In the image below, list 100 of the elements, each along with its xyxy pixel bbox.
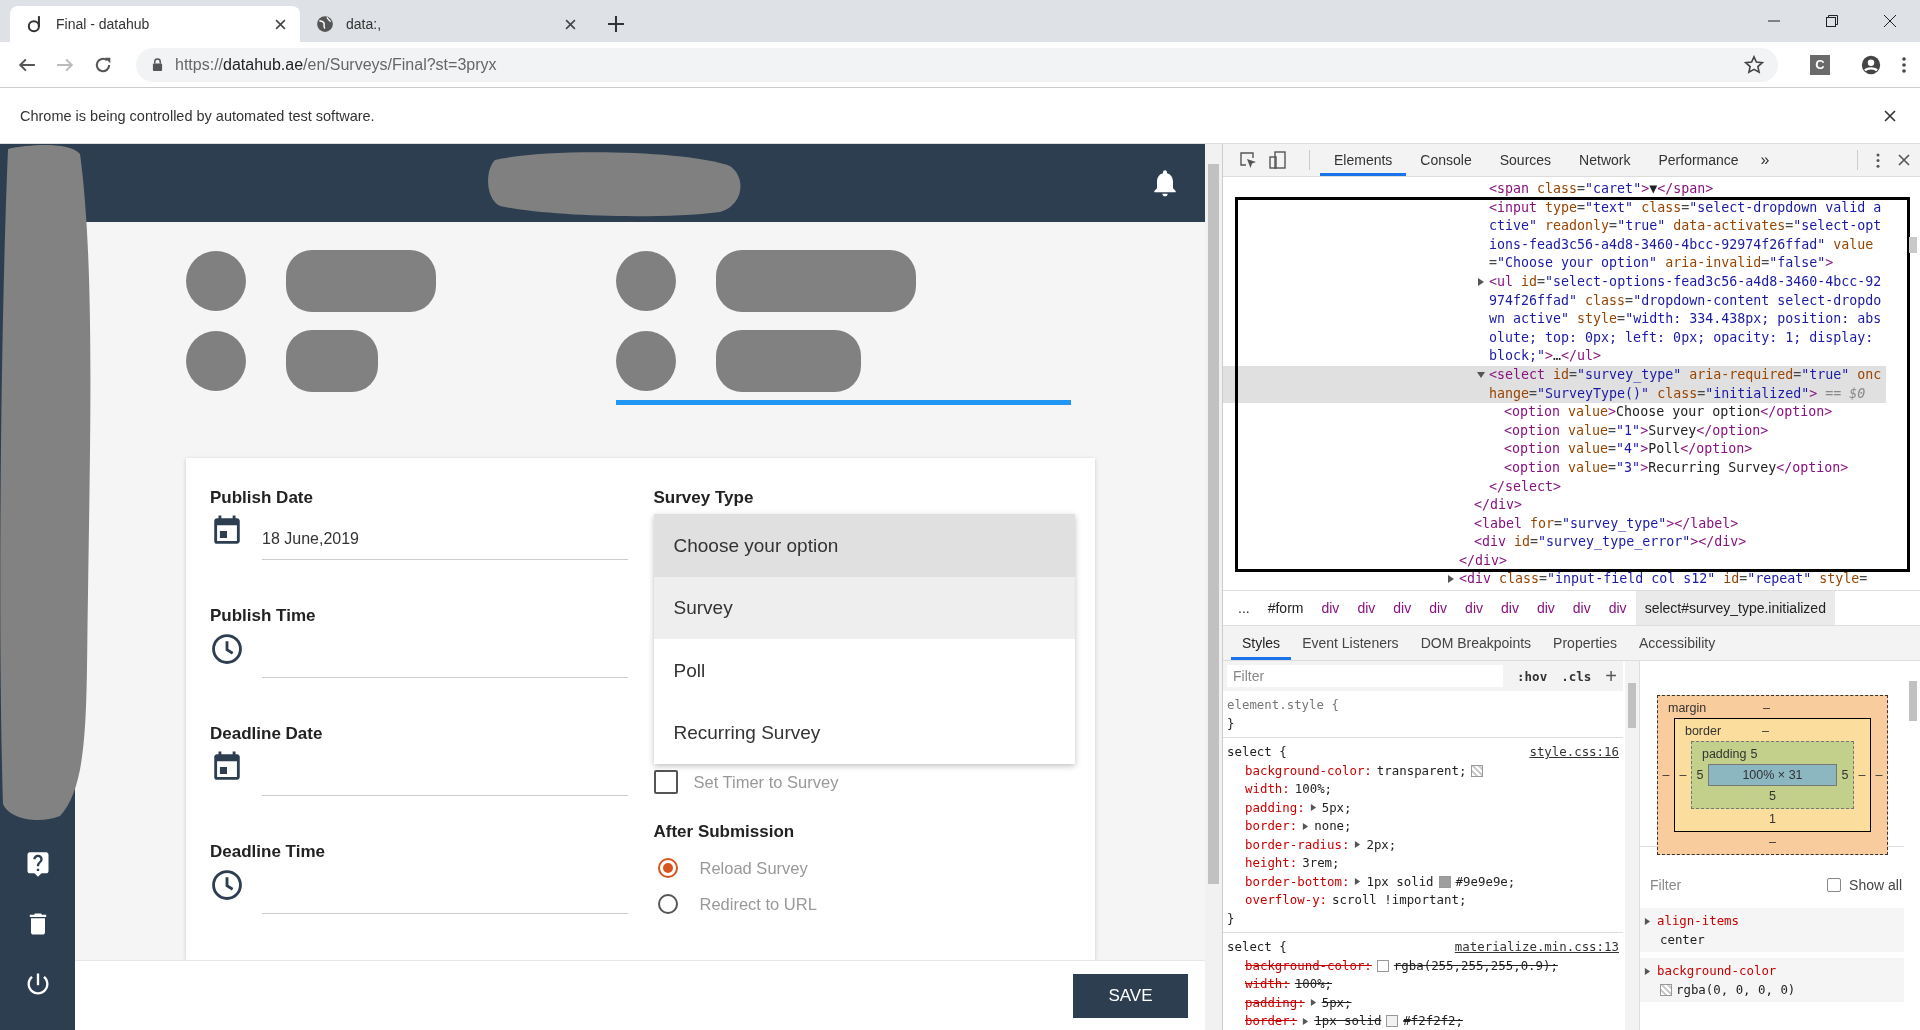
dom-tree-row[interactable]: </div> xyxy=(1223,496,1886,515)
dom-tree-row[interactable]: </div> xyxy=(1223,551,1886,571)
dom-tree-row[interactable]: <option value="3">Recurring Survey</option> xyxy=(1223,458,1886,478)
dom-tree-row[interactable]: <div id="survey_type_error"></div> xyxy=(1223,533,1886,552)
color-swatch[interactable] xyxy=(1376,959,1389,972)
computed-property[interactable]: background-color rgba(0, 0, 0, 0) xyxy=(1639,958,1904,1002)
breadcrumb-item[interactable]: div xyxy=(1599,591,1636,625)
address-bar[interactable]: https://datahub.ae/en/Surveys/Final?st=3pryx xyxy=(136,47,1778,82)
dom-tree-row[interactable]: <div class="input-field col s12" id="repeat" style= xyxy=(1223,570,1886,590)
close-icon[interactable] xyxy=(565,18,576,30)
css-declaration: width: 100%; xyxy=(1244,975,1334,993)
extension-button[interactable]: C xyxy=(1810,54,1830,75)
expand-triangle-icon[interactable] xyxy=(1309,999,1317,1007)
new-rule-button[interactable]: + xyxy=(1605,664,1617,688)
expanded-triangle-icon[interactable] xyxy=(1477,370,1485,379)
expand-triangle-icon[interactable] xyxy=(1302,822,1310,830)
radio-button[interactable] xyxy=(657,894,678,915)
close-icon[interactable] xyxy=(1898,154,1910,166)
transparent-swatch-icon[interactable] xyxy=(1659,983,1672,996)
devtools-tab[interactable]: Network xyxy=(1565,144,1645,176)
css-selector: select { xyxy=(1227,743,1287,761)
scrollbar[interactable] xyxy=(1205,144,1222,1030)
scrollbar[interactable] xyxy=(1624,661,1639,1030)
radio-button[interactable] xyxy=(657,858,678,879)
color-swatch[interactable] xyxy=(1438,875,1451,888)
dropdown-option[interactable]: Poll xyxy=(653,639,1075,702)
panel-tab[interactable]: Properties xyxy=(1542,626,1628,660)
dom-tree-row[interactable]: <option value="4">Poll</option> xyxy=(1223,440,1886,459)
breadcrumb-item[interactable]: div xyxy=(1348,591,1385,625)
breadcrumb-item[interactable]: div xyxy=(1312,591,1349,625)
transparent-swatch-icon[interactable] xyxy=(1471,764,1484,777)
dom-tree-row[interactable]: <option value="1">Survey</option> xyxy=(1223,421,1886,441)
expand-triangle-icon[interactable] xyxy=(1302,1017,1310,1025)
radio-label: Reload Survey xyxy=(699,858,808,878)
close-icon[interactable] xyxy=(1884,109,1896,122)
color-swatch[interactable] xyxy=(1386,1015,1399,1028)
html-code-line: </select> xyxy=(1489,477,1563,496)
menu-icon[interactable] xyxy=(1902,56,1906,73)
breadcrumb-item[interactable]: div xyxy=(1420,591,1457,625)
breadcrumb-item[interactable]: ... xyxy=(1229,591,1259,625)
collapsed-triangle-icon[interactable] xyxy=(1477,277,1485,286)
star-icon[interactable] xyxy=(1744,54,1764,75)
dropdown-option[interactable]: Recurring Survey xyxy=(653,701,1075,765)
panel-tab[interactable]: DOM Breakpoints xyxy=(1409,626,1543,660)
expand-triangle-icon[interactable] xyxy=(1354,878,1362,886)
computed-property[interactable]: align-items center xyxy=(1639,908,1904,952)
checkbox[interactable] xyxy=(653,770,678,795)
new-tab-icon[interactable] xyxy=(608,16,624,32)
panel-tab[interactable]: Event Listeners xyxy=(1291,626,1410,660)
maximize-icon[interactable] xyxy=(1826,15,1838,27)
dom-tree-row[interactable]: <span class="caret">▼</span> xyxy=(1223,180,1886,199)
dom-tree-row[interactable]: <option value>Choose your option</option> xyxy=(1223,403,1886,422)
expand-triangle-icon[interactable] xyxy=(1643,918,1651,925)
devtools-tab[interactable]: Sources xyxy=(1485,144,1566,176)
css-declaration: padding: 5px; xyxy=(1244,798,1353,817)
close-icon[interactable] xyxy=(275,18,286,30)
browser-tab[interactable]: data:, xyxy=(300,6,590,42)
breadcrumb-item[interactable]: div xyxy=(1492,591,1528,625)
source-link[interactable]: materialize.min.css:13 xyxy=(1454,938,1619,957)
dom-tree-row[interactable]: </select> xyxy=(1223,477,1886,497)
class-button[interactable]: .cls xyxy=(1561,668,1592,684)
more-tabs-button[interactable]: » xyxy=(1752,151,1778,169)
reload-icon[interactable] xyxy=(94,55,112,74)
source-link[interactable]: style.css:16 xyxy=(1529,743,1619,762)
account-icon[interactable] xyxy=(1860,53,1882,76)
expand-triangle-icon[interactable] xyxy=(1354,841,1362,849)
inspect-cursor-icon[interactable] xyxy=(1239,151,1257,169)
expand-triangle-icon[interactable] xyxy=(1643,968,1651,975)
dom-tree-row[interactable]: <input type="text" class="select-dropdown valid active" readonly="true" data-activates="select-options-fead3c56-a4d8-3460-4bcc-92974f26ffad" value ="Choose your option" aria-invalid="false"> xyxy=(1223,198,1886,273)
devtools-tab[interactable]: Performance xyxy=(1644,144,1753,176)
panel-tab[interactable]: Accessibility xyxy=(1627,626,1727,660)
breadcrumb-item[interactable]: div xyxy=(1456,591,1492,625)
html-code-line: <div id="survey_type_error"></div> xyxy=(1474,533,1748,552)
menu-icon[interactable] xyxy=(1876,152,1880,168)
dropdown-option[interactable]: Choose your option xyxy=(653,514,1075,577)
breadcrumb-item[interactable]: div xyxy=(1384,591,1421,625)
device-toggle-icon[interactable] xyxy=(1269,151,1287,169)
devtools-tab[interactable]: Console xyxy=(1406,144,1486,176)
clock-icon xyxy=(210,632,244,667)
breadcrumb-item[interactable]: #form xyxy=(1258,591,1313,625)
dom-tree-row[interactable]: <label for="survey_type"></label> xyxy=(1223,514,1886,534)
html-code-line: <ul id="select-options-fead3c56-a4d8-3460-4bcc-92974f26ffad" class="dropdown-content select-dropdown active" style="width: 334.438px; position: absolute; top: 0px; left: 0px; opacity: 1; display: block;">…</ul> xyxy=(1489,272,1883,366)
close-icon[interactable] xyxy=(1884,15,1896,27)
checkbox-label: Set Timer to Survey xyxy=(693,772,839,792)
input-field[interactable]: 18 June,2019 xyxy=(262,514,628,561)
devtools-tab[interactable]: Elements xyxy=(1320,144,1407,176)
html-code-line: <option value="1">Survey</option> xyxy=(1504,421,1770,440)
breadcrumb-item[interactable]: div xyxy=(1563,591,1600,625)
browser-tab[interactable]: Final - datahub xyxy=(10,6,300,42)
breadcrumb-item[interactable]: div xyxy=(1527,591,1564,625)
filter-field[interactable]: Filter xyxy=(1227,665,1504,687)
collapsed-triangle-icon[interactable] xyxy=(1447,575,1455,584)
breadcrumb-item[interactable]: select#survey_type.initialized xyxy=(1635,591,1835,625)
checkbox[interactable] xyxy=(1827,878,1842,892)
css-selector: select { xyxy=(1227,938,1287,956)
dom-tree-row[interactable]: <select id="survey_type" aria-required="true" onchange="SurveyType()" class="initialized"> == $0 xyxy=(1223,365,1886,404)
dropdown-option[interactable]: Survey xyxy=(653,576,1075,640)
save-button[interactable]: SAVE xyxy=(1073,973,1188,1018)
hover-state-button[interactable]: :hov xyxy=(1517,668,1548,684)
expand-triangle-icon[interactable] xyxy=(1309,804,1317,812)
